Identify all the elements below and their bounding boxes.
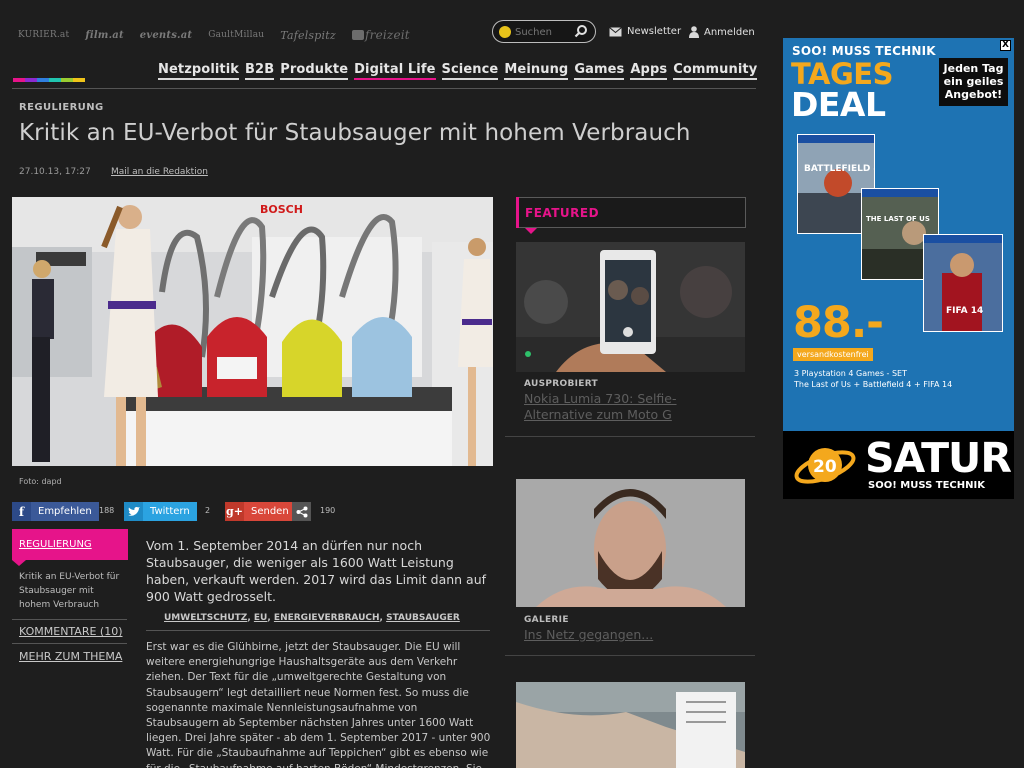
partner-film-logo[interactable]: film.at	[85, 30, 123, 41]
search-input[interactable]	[515, 24, 571, 40]
tag-staubsauger[interactable]: STAUBSAUGER	[386, 613, 460, 623]
article-date: 27.10.13, 17:27	[19, 167, 91, 177]
article-title: Kritik an EU-Verbot für Staubsauger mit …	[19, 120, 691, 146]
facebook-share-label: Empfehlen	[31, 502, 99, 521]
ad-deal: DEAL	[791, 85, 886, 124]
article-tags: UMWELTSCHUTZ, EU, ENERGIEVERBRAUCH, STAU…	[164, 613, 460, 623]
article-body: Erst war es die Glühbirne, jetzt der Sta…	[146, 641, 491, 768]
featured-heading: FEATURED	[525, 206, 600, 220]
category-nav: Netzpolitik B2B Produkte Digital Life Sc…	[158, 62, 758, 80]
ad-shipping: versandkostenfrei	[793, 348, 873, 361]
ad-game-title: THE LAST OF US	[866, 215, 930, 223]
partner-icon[interactable]	[351, 30, 364, 40]
twitter-icon	[124, 502, 143, 521]
article-kicker: REGULIERUNG	[19, 102, 104, 113]
nav-produkte[interactable]: Produkte	[280, 62, 349, 80]
twitter-share-label: Twittern	[143, 502, 197, 521]
nav-meinung[interactable]: Meinung	[504, 62, 569, 80]
featured-item-title[interactable]: Ins Netz gegangen...	[524, 627, 734, 643]
search-box[interactable]	[492, 20, 596, 43]
saturn-brand: SATURN	[865, 434, 1014, 482]
partner-logos: KURIER.at film.at events.at GaultMillau …	[18, 26, 410, 44]
featured-image-hand[interactable]	[516, 682, 745, 768]
tag-eu[interactable]: EU	[254, 613, 267, 623]
google-share-button[interactable]: g+ Senden	[225, 502, 296, 521]
search-icon[interactable]	[574, 24, 588, 38]
tag-umweltschutz[interactable]: UMWELTSCHUTZ	[164, 613, 247, 623]
nav-apps[interactable]: Apps	[630, 62, 668, 80]
ad-line-1: 3 Playstation 4 Games - SET	[794, 369, 907, 378]
saturn-ad-banner[interactable]: X SOO! MUSS TECHNIK TAGES DEAL Jeden Tag…	[783, 38, 1014, 499]
ad-bubble: Jeden Tag ein geiles Angebot!	[939, 58, 1008, 106]
nav-b2b[interactable]: B2B	[245, 62, 275, 80]
partner-events-logo[interactable]: events.at	[140, 30, 192, 41]
more-topic-link[interactable]: MEHR ZUM THEMA	[19, 650, 122, 663]
saturn-logo-block: 20 SATURN SOO! MUSS TECHNIK	[783, 431, 1014, 499]
facebook-icon: f	[12, 502, 31, 521]
facebook-share-button[interactable]: f Empfehlen	[12, 502, 99, 521]
featured-image-phone[interactable]	[516, 242, 745, 372]
share-count: 190	[320, 506, 336, 515]
saturn-ring-icon: 20	[794, 448, 856, 484]
featured-item-kicker: GALERIE	[524, 615, 569, 625]
image-caption: Foto: dapd	[19, 477, 62, 486]
ad-game-title: BATTLEFIELD 4	[804, 164, 875, 174]
newsletter-link[interactable]: Newsletter	[609, 26, 681, 37]
share-button[interactable]	[292, 502, 311, 521]
user-icon	[689, 26, 699, 38]
featured-image-portrait[interactable]	[516, 479, 745, 607]
partner-tafelspitz-logo[interactable]: Tafelspitz	[280, 29, 336, 42]
featured-item-title[interactable]: Nokia Lumia 730: Selfie-Alternative zum …	[524, 391, 734, 423]
partner-kurier-logo[interactable]: KURIER.at	[18, 30, 69, 40]
sidebar-tag-regulierung[interactable]: REGULIERUNG	[12, 529, 128, 566]
comments-link[interactable]: KOMMENTARE (10)	[19, 625, 123, 638]
sidebar-divider	[12, 619, 127, 620]
facebook-count: 188	[99, 506, 115, 515]
login-label: Anmelden	[704, 26, 755, 38]
smiley-icon	[499, 26, 511, 38]
bosch-sign: BOSCH	[260, 203, 303, 216]
featured-header: FEATURED	[516, 197, 746, 228]
ad-game-title: FIFA 14	[946, 306, 983, 316]
tag-energieverbrauch[interactable]: ENERGIEVERBRAUCH	[274, 613, 380, 623]
google-plus-icon: g+	[225, 502, 244, 521]
featured-divider	[505, 436, 755, 437]
mail-editor-link[interactable]: Mail an die Redaktion	[111, 167, 208, 177]
tags-divider	[146, 630, 490, 631]
ad-game-fifa: FIFA 14	[923, 234, 1003, 332]
nav-netzpolitik[interactable]: Netzpolitik	[158, 62, 240, 80]
envelope-icon	[609, 26, 622, 36]
twitter-share-button[interactable]: Twittern	[124, 502, 197, 521]
share-icon	[292, 502, 311, 521]
ad-price: 88.-	[793, 298, 884, 348]
partner-freizeit-logo[interactable]: freizeit	[365, 28, 410, 42]
svg-text:20: 20	[813, 457, 837, 477]
header-divider	[12, 88, 756, 89]
article-lead: Vom 1. September 2014 an dürfen nur noch…	[146, 538, 487, 604]
featured-item-kicker: AUSPROBIERT	[524, 379, 598, 389]
nav-community[interactable]: Community	[673, 62, 758, 80]
login-link[interactable]: Anmelden	[689, 26, 755, 38]
nav-science[interactable]: Science	[441, 62, 499, 80]
nav-digital-life[interactable]: Digital Life	[354, 62, 436, 80]
featured-pointer	[525, 228, 537, 234]
featured-divider	[505, 655, 755, 656]
saturn-slogan: SOO! MUSS TECHNIK	[868, 480, 985, 491]
site-logo-colorbar[interactable]	[13, 78, 85, 82]
article-image[interactable]: BOSCH	[12, 197, 493, 466]
ad-line-2: The Last of Us + Battlefield 4 + FIFA 14	[794, 380, 953, 389]
sidebar-divider	[12, 643, 127, 644]
ad-tagline: SOO! MUSS TECHNIK	[792, 44, 936, 58]
partner-gaultmillau-logo[interactable]: GaultMillau	[208, 30, 264, 40]
ad-close-button[interactable]: X	[1000, 40, 1011, 51]
google-share-label: Senden	[244, 502, 296, 521]
nav-games[interactable]: Games	[574, 62, 625, 80]
sidebar-description: Kritik an EU-Verbot für Staubsauger mit …	[19, 572, 120, 610]
twitter-count: 2	[205, 506, 211, 515]
newsletter-label: Newsletter	[627, 26, 682, 37]
